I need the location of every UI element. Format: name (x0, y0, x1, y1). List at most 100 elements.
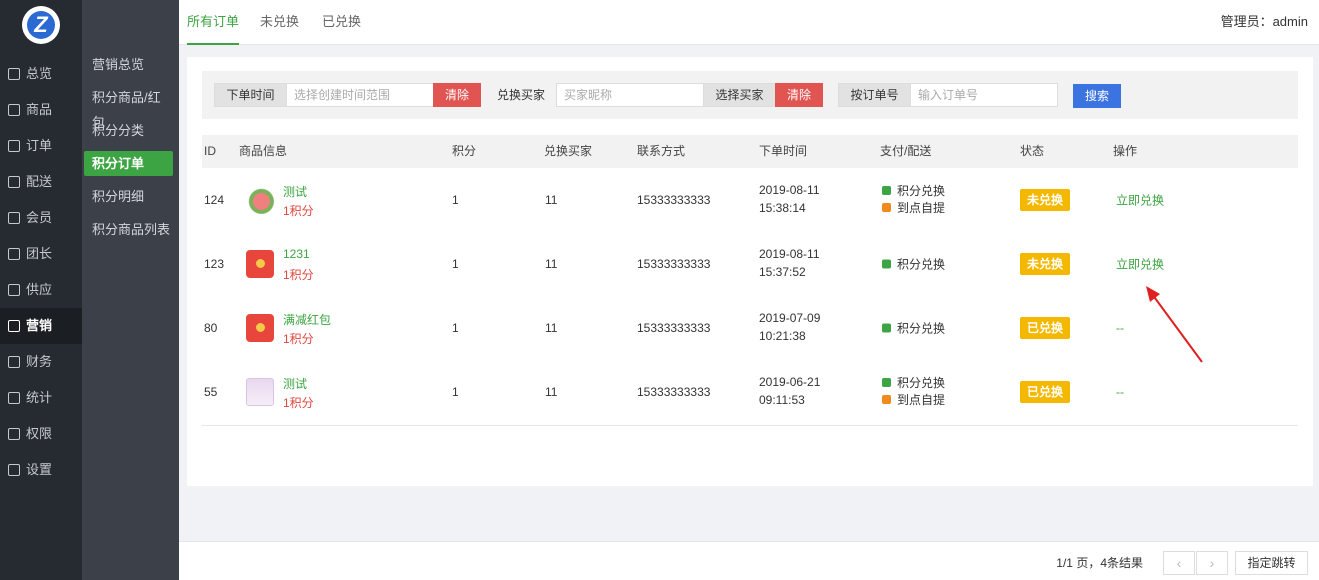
product-thumbnail[interactable] (246, 314, 274, 342)
pay-delivery: 积分兑换 (882, 256, 945, 273)
admin-label: 管理员： (1220, 14, 1273, 29)
nav-item-overview[interactable]: 总览 (0, 56, 82, 92)
row-time: 15:37:52 (759, 265, 806, 279)
product-thumbnail[interactable] (246, 378, 274, 406)
table-bottom-divider (202, 425, 1298, 426)
tab-not-redeemed[interactable]: 未兑换 (260, 0, 299, 45)
nav-item-delivery[interactable]: 配送 (0, 164, 82, 200)
subnav-points-category[interactable]: 积分分类 (84, 118, 173, 143)
stats-icon (8, 392, 20, 404)
coins-icon (882, 378, 891, 387)
row-id: 123 (204, 257, 225, 271)
primary-sidebar: Z 总览 商品 订单 配送 会员 团长 供应 营销 财务 统计 权限 设置 (0, 0, 82, 580)
table-row: 80 满减红包 1积分 1 11 15333333333 2019-07-09 … (202, 296, 1298, 360)
nav-label: 权限 (26, 426, 53, 441)
subnav-points-goods[interactable]: 积分商品/红包 (84, 85, 173, 130)
col-id: ID (204, 144, 216, 158)
status-badge: 未兑换 (1020, 189, 1070, 211)
row-phone: 15333333333 (637, 385, 711, 399)
next-page-button[interactable]: › (1196, 551, 1228, 575)
jump-to-page-button[interactable]: 指定跳转 (1235, 551, 1308, 575)
top-bar: 所有订单 未兑换 已兑换 管理员：admin (179, 0, 1319, 45)
finance-icon (8, 356, 20, 368)
product-thumbnail[interactable] (246, 186, 274, 214)
search-button[interactable]: 搜索 (1073, 84, 1121, 108)
nav-label: 商品 (26, 102, 53, 117)
nav-label: 会员 (26, 210, 53, 225)
buyer-nickname-input[interactable]: 买家昵称 (556, 83, 704, 107)
product-score: 1积分 (283, 396, 314, 410)
admin-name[interactable]: admin (1273, 14, 1308, 29)
nav-item-marketing[interactable]: 营销 (0, 308, 82, 344)
product-name[interactable]: 1231 (283, 247, 310, 261)
logo[interactable]: Z (22, 6, 60, 44)
row-points: 1 (452, 321, 459, 335)
row-points: 1 (452, 193, 459, 207)
tab-all-orders[interactable]: 所有订单 (187, 0, 240, 45)
nav-item-finance[interactable]: 财务 (0, 344, 82, 380)
row-date: 2019-08-11 (759, 183, 820, 197)
order-time-label: 下单时间 (214, 83, 287, 107)
choose-buyer-button[interactable]: 选择买家 (703, 83, 776, 107)
product-name[interactable]: 测试 (283, 375, 307, 392)
clear-time-button[interactable]: 清除 (433, 83, 481, 107)
product-name[interactable]: 满减红包 (283, 311, 331, 328)
row-time: 09:11:53 (759, 393, 805, 407)
nav-item-supply[interactable]: 供应 (0, 272, 82, 308)
nav-item-permission[interactable]: 权限 (0, 416, 82, 452)
filter-bar: 下单时间 选择创建时间范围 清除 兑换买家 买家昵称 选择买家 清除 按订单号 … (202, 71, 1298, 119)
row-phone: 15333333333 (637, 321, 711, 335)
pay-method: 积分兑换 (897, 257, 946, 272)
product-thumbnail[interactable] (246, 250, 274, 278)
action-placeholder: -- (1116, 321, 1124, 335)
status-badge: 已兑换 (1020, 381, 1070, 403)
logo-letter: Z (34, 12, 48, 37)
nav-item-members[interactable]: 会员 (0, 200, 82, 236)
subnav-points-orders[interactable]: 积分订单 (84, 151, 173, 176)
col-points: 积分 (452, 144, 477, 158)
order-icon (8, 140, 20, 152)
delivery-icon (8, 176, 20, 188)
order-number-input[interactable]: 输入订单号 (910, 83, 1058, 107)
nav-item-stats[interactable]: 统计 (0, 380, 82, 416)
row-buyer: 11 (545, 193, 558, 207)
row-id: 80 (204, 321, 218, 335)
coins-icon (882, 323, 891, 333)
row-date: 2019-06-21 (759, 375, 821, 389)
pay-method: 积分兑换 (897, 321, 946, 336)
nav-item-goods[interactable]: 商品 (0, 92, 82, 128)
box-icon (882, 203, 891, 212)
subnav-points-goods-list[interactable]: 积分商品列表 (84, 217, 173, 242)
redeem-now-link[interactable]: 立即兑换 (1116, 256, 1164, 273)
col-order-time: 下单时间 (759, 144, 808, 158)
table-row: 123 1231 1积分 1 11 15333333333 2019-08-11… (202, 232, 1298, 296)
subnav-marketing-overview[interactable]: 营销总览 (84, 52, 173, 77)
pay-method: 积分兑换 (897, 376, 946, 390)
shield-icon (8, 428, 20, 440)
goods-icon (8, 104, 20, 116)
order-time-input[interactable]: 选择创建时间范围 (286, 83, 434, 107)
nav-label: 订单 (26, 138, 53, 153)
col-action: 操作 (1113, 144, 1138, 158)
pay-delivery: 积分兑换 到点自提 (882, 182, 945, 216)
nav-item-orders[interactable]: 订单 (0, 128, 82, 164)
row-points: 1 (452, 257, 459, 271)
nav-item-leader[interactable]: 团长 (0, 236, 82, 272)
nav-item-settings[interactable]: 设置 (0, 452, 82, 488)
product-score: 1积分 (283, 204, 314, 218)
prev-page-button[interactable]: ‹ (1163, 551, 1195, 575)
col-contact: 联系方式 (637, 144, 686, 158)
action-placeholder: -- (1116, 385, 1124, 399)
row-points: 1 (452, 385, 459, 399)
nav-label: 设置 (26, 462, 53, 477)
nav-label: 供应 (26, 282, 53, 297)
clear-buyer-button[interactable]: 清除 (775, 83, 823, 107)
delivery-method: 到点自提 (897, 393, 946, 407)
nav-label: 营销 (26, 318, 53, 333)
subnav-points-detail[interactable]: 积分明细 (84, 184, 173, 209)
table-header: ID 商品信息 积分 兑换买家 联系方式 下单时间 支付/配送 状态 操作 (202, 135, 1298, 168)
tab-redeemed[interactable]: 已兑换 (322, 0, 361, 45)
gear-icon (8, 464, 20, 476)
product-name[interactable]: 测试 (283, 183, 307, 200)
redeem-now-link[interactable]: 立即兑换 (1116, 192, 1164, 209)
